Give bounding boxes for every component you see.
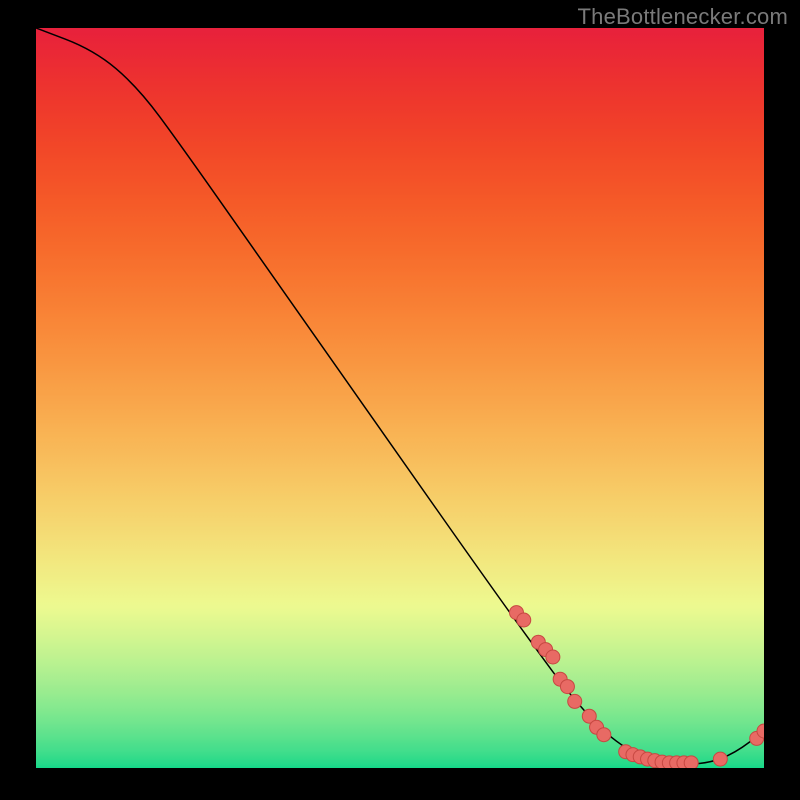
data-marker xyxy=(546,650,560,664)
chart-background xyxy=(36,28,764,768)
data-marker xyxy=(684,756,698,768)
data-marker xyxy=(517,613,531,627)
chart-frame: TheBottlenecker.com xyxy=(0,0,800,800)
data-marker xyxy=(560,680,574,694)
bottleneck-chart xyxy=(36,28,764,768)
data-marker xyxy=(597,728,611,742)
watermark-text: TheBottlenecker.com xyxy=(578,4,788,30)
data-marker xyxy=(568,694,582,708)
data-marker xyxy=(713,752,727,766)
